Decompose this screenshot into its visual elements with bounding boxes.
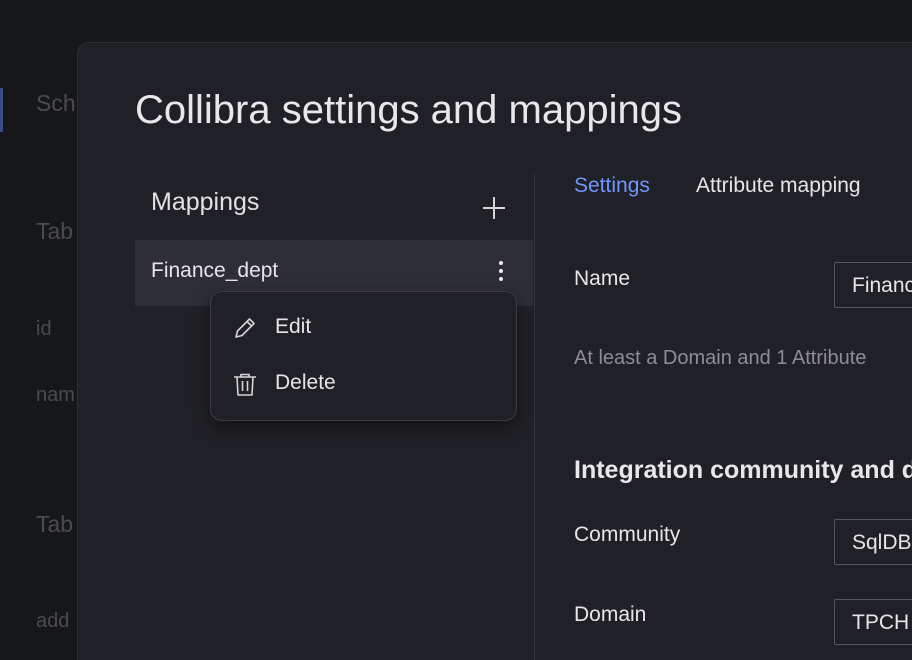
integration-section-heading: Integration community and domain [574, 456, 912, 484]
menu-item-delete[interactable]: Delete [211, 358, 516, 408]
add-mapping-button[interactable] [479, 193, 509, 223]
menu-item-edit[interactable]: Edit [211, 302, 516, 352]
domain-label: Domain [574, 603, 647, 626]
menu-item-delete-label: Delete [275, 371, 336, 394]
tab-attribute-mapping[interactable]: Attribute mapping [696, 174, 861, 198]
background-active-indicator [0, 88, 3, 132]
background-label-table-2: Tab [36, 511, 74, 537]
kebab-menu-icon[interactable] [491, 258, 511, 288]
plus-icon [483, 197, 505, 219]
domain-select[interactable]: TPCH [834, 599, 912, 645]
pencil-icon [235, 318, 255, 338]
mappings-header: Mappings [151, 188, 260, 216]
menu-item-edit-label: Edit [275, 315, 312, 338]
mapping-context-menu: Edit Delete [210, 291, 517, 421]
community-label: Community [574, 523, 681, 546]
background-label-name: nam [36, 384, 75, 406]
page: Sch Tab id nam Tab add Collibra settings… [0, 0, 912, 660]
modal-title: Collibra settings and mappings [135, 88, 682, 132]
community-select[interactable]: SqlDBM [834, 519, 912, 565]
trash-icon [234, 373, 256, 396]
mapping-hint: At least a Domain and 1 Attribute [574, 347, 867, 369]
name-field[interactable]: Finance_dept [834, 262, 912, 308]
name-label: Name [574, 267, 631, 290]
mapping-item-label: Finance_dept [151, 259, 279, 282]
background-label-table: Tab [36, 218, 74, 244]
settings-modal: Collibra settings and mappings Mappings … [77, 42, 912, 660]
background-label-schema: Sch [36, 90, 76, 116]
tab-settings[interactable]: Settings [574, 174, 650, 198]
panel-divider [534, 173, 535, 660]
background-label-address: add [36, 610, 70, 632]
background-label-id: id [36, 318, 52, 340]
